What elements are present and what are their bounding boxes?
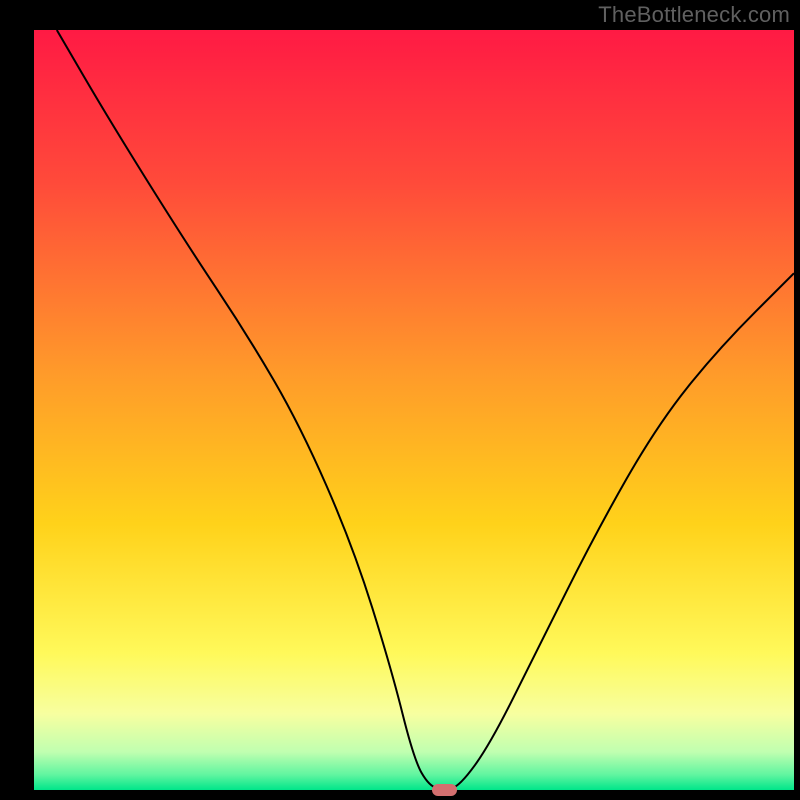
figure-root: TheBottleneck.com — [0, 0, 800, 800]
optimum-marker — [432, 784, 456, 796]
bottleneck-curve — [34, 30, 794, 790]
plot-area — [34, 30, 794, 790]
watermark-text: TheBottleneck.com — [598, 2, 790, 28]
